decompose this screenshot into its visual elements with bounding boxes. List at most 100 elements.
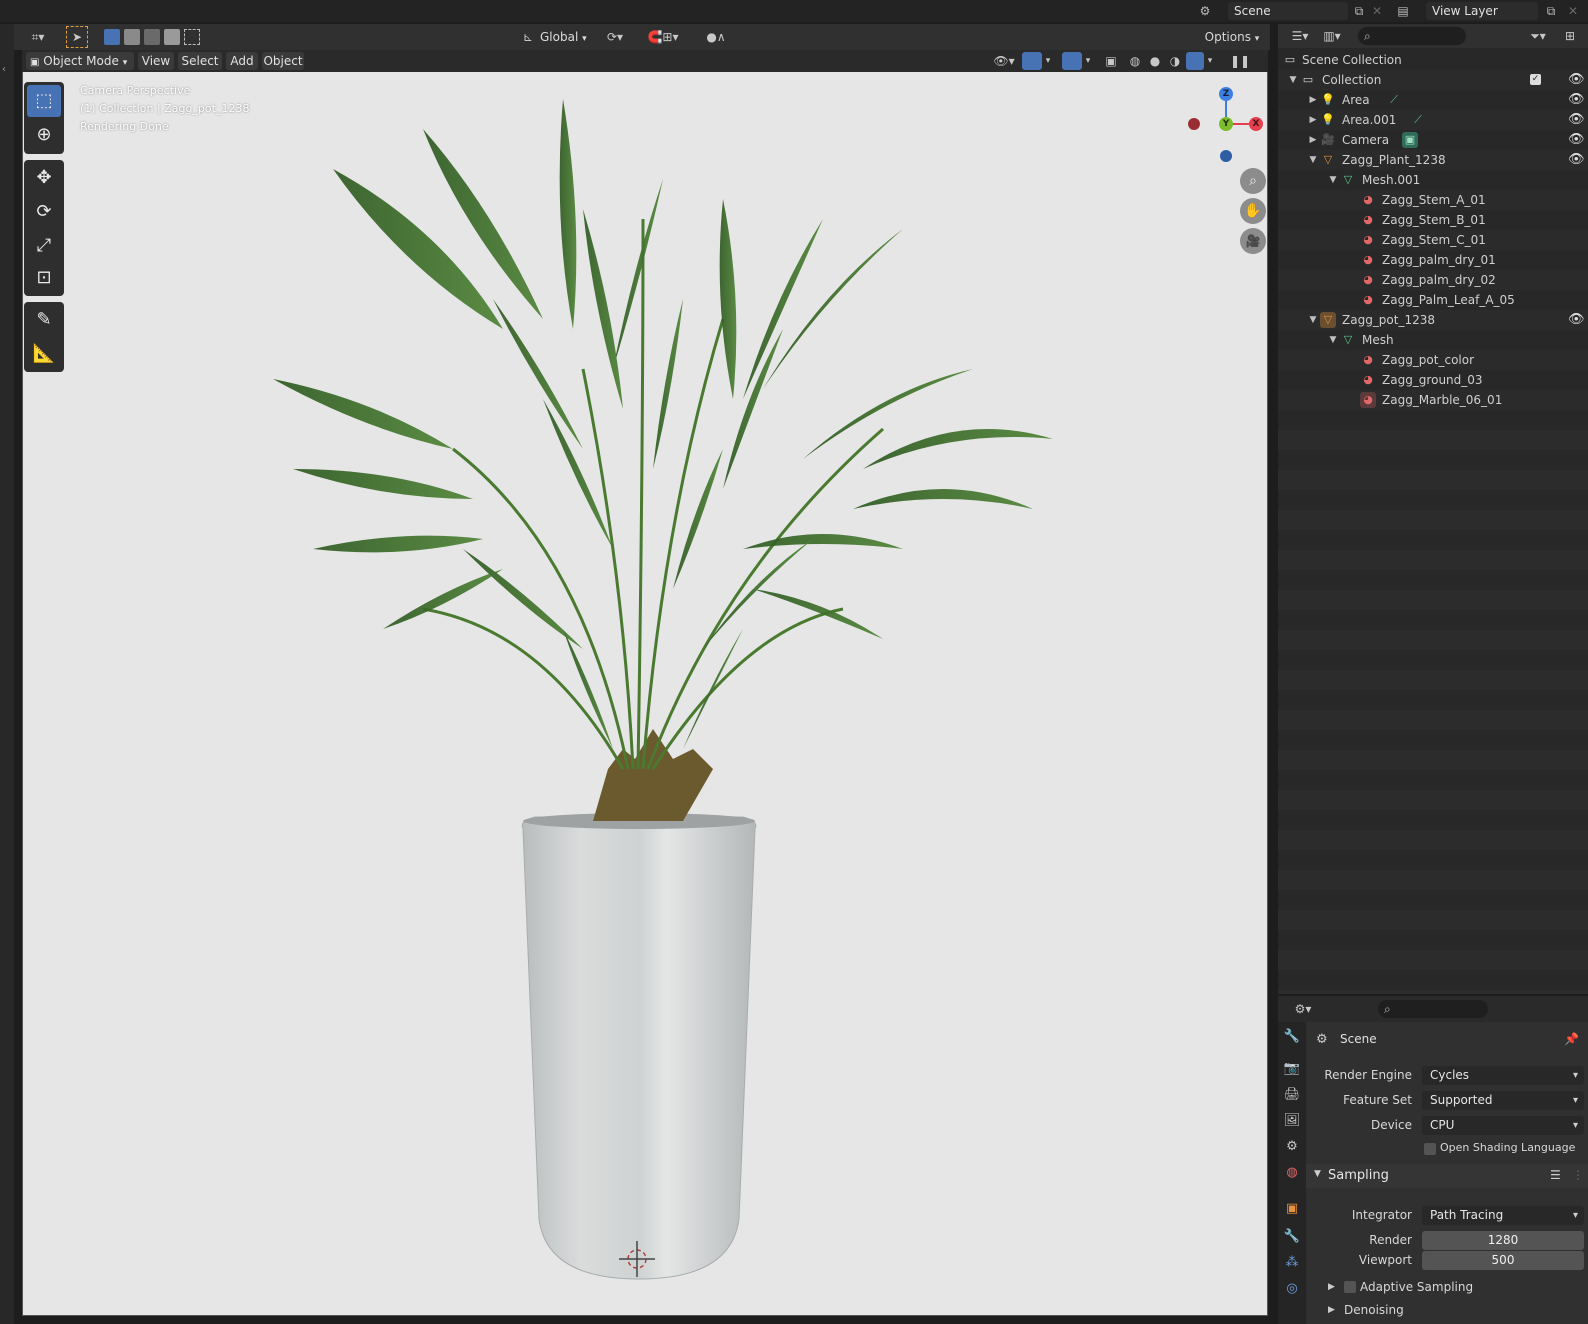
tree-row-material[interactable]: ◕ Zagg_Marble_06_01 [1278,390,1588,410]
mode-subtract-icon[interactable] [144,29,160,45]
editor-type-icon[interactable]: ⌗▾ [22,27,54,47]
output-tab-icon[interactable]: 🖨 [1282,1084,1302,1106]
tree-row-material[interactable]: ◕ Zagg_Stem_A_01 [1278,190,1588,210]
pan-hand-icon[interactable]: ✋ [1240,198,1266,224]
expand-arrow-icon[interactable]: ▼ [1308,150,1318,170]
snap-icon[interactable]: 🧲⊞▾ [638,27,688,47]
new-view-layer-icon[interactable]: ⧉ [1542,3,1560,19]
eye-icon[interactable]: 👁 [1568,90,1585,110]
visibility-icon[interactable]: 👁▾ [990,51,1018,69]
xray-icon[interactable]: ▣ [1102,51,1120,69]
tree-row-material[interactable]: ◕ Zagg_Stem_B_01 [1278,210,1588,230]
tree-row-area-001[interactable]: ▶ 💡 Area.001 ⟋ 👁 [1278,110,1588,130]
tree-row-scene-collection[interactable]: ▭ Scene Collection [1278,50,1588,70]
select-menu[interactable]: Select [178,52,222,70]
proportional-editing-icon[interactable]: ●∧ [694,27,738,47]
material-shading-icon[interactable]: ◑ [1166,51,1184,69]
tree-row-mesh[interactable]: ▼ ▽ Mesh [1278,330,1588,350]
axis-x-icon[interactable]: X [1249,117,1263,131]
tree-row-material[interactable]: ◕ Zagg_pot_color [1278,350,1588,370]
render-samples-field[interactable]: 1280 [1422,1231,1584,1250]
mode-intersect-icon[interactable] [184,29,200,45]
annotate-tool-icon[interactable]: ✎ [27,304,61,336]
gizmo-toggle-icon[interactable] [1022,52,1042,70]
render-engine-dropdown[interactable]: Cycles ▾ [1422,1066,1584,1085]
display-mode-icon[interactable]: ▥▾ [1318,26,1346,46]
camera-view-icon[interactable]: 🎥 [1240,228,1266,254]
eye-icon[interactable]: 👁 [1568,310,1585,330]
adaptive-sampling-subpanel[interactable]: ▶ Adaptive Sampling [1306,1276,1588,1298]
mode-new-icon[interactable] [104,29,120,45]
scene-tab-icon[interactable]: ⚙ [1282,1136,1302,1158]
tree-row-zagg-pot[interactable]: ▼ ▽ Zagg_pot_1238 👁 [1278,310,1588,330]
3d-viewport[interactable] [22,68,1268,1316]
expand-arrow-icon[interactable]: ▼ [1288,70,1298,90]
expand-arrow-icon[interactable]: ▼ [1328,170,1338,190]
view-layer-tab-icon[interactable]: 🖼 [1282,1110,1302,1132]
tree-row-material[interactable]: ◕ Zagg_palm_dry_02 [1278,270,1588,290]
tool-tab-icon[interactable]: 🔧 [1282,1026,1302,1048]
tree-row-collection[interactable]: ▼ ▭ Collection ✓ 👁 [1278,70,1588,90]
chevron-down-icon[interactable]: ▾ [1082,51,1094,69]
scale-tool-icon[interactable]: ⤢ [27,230,61,262]
transform-orientation-dropdown[interactable]: Global ▾ [540,27,596,47]
tree-row-material[interactable]: ◕ Zagg_palm_dry_01 [1278,250,1588,270]
chevron-down-icon[interactable]: ▾ [1204,51,1216,69]
tree-row-camera[interactable]: ▶ 🎥 Camera ▣ 👁 [1278,130,1588,150]
world-tab-icon[interactable]: ◍ [1282,1162,1302,1184]
rendered-shading-icon[interactable] [1186,52,1204,70]
pin-icon[interactable]: 📌 [1564,1032,1579,1046]
delete-scene-icon[interactable]: ✕ [1368,3,1386,19]
pivot-point-icon[interactable]: ⟳▾ [600,27,630,47]
pause-icon[interactable]: ❚❚ [1230,51,1250,69]
expand-arrow-icon[interactable]: ▼ [1328,330,1338,350]
render-tab-icon[interactable]: 📷 [1282,1058,1302,1080]
view-menu[interactable]: View [138,52,174,70]
physics-tab-icon[interactable]: ◎ [1282,1278,1302,1300]
integrator-dropdown[interactable]: Path Tracing ▾ [1422,1206,1584,1225]
new-scene-icon[interactable]: ⧉ [1350,3,1368,19]
select-tool-icon[interactable]: ➤ [66,26,88,48]
modifier-tab-icon[interactable]: 🔧 [1282,1226,1302,1248]
scene-selector-icon[interactable]: ⚙ [1196,3,1214,19]
chevron-down-icon[interactable]: ▾ [1042,51,1054,69]
drag-handle-icon[interactable]: ⋮⋮ [1572,1168,1588,1182]
select-box-tool-icon[interactable]: ⬚ [27,85,61,117]
outliner-editor-type-icon[interactable]: ☰▾ [1286,26,1314,46]
axis-y-icon[interactable]: Y [1219,117,1233,131]
presets-list-icon[interactable]: ☰ [1550,1168,1561,1182]
filter-icon[interactable]: ⏷▾ [1524,26,1552,46]
view-layer-icon[interactable]: ▤ [1394,3,1412,19]
measure-tool-icon[interactable]: 📐 [27,338,61,370]
feature-set-dropdown[interactable]: Supported ▾ [1422,1091,1584,1110]
tree-row-area[interactable]: ▶ 💡 Area ⟋ 👁 [1278,90,1588,110]
eye-icon[interactable]: 👁 [1568,130,1585,150]
tree-row-material[interactable]: ◕ Zagg_Stem_C_01 [1278,230,1588,250]
zoom-icon[interactable]: ⌕ [1240,168,1266,194]
device-dropdown[interactable]: CPU ▾ [1422,1116,1584,1135]
options-dropdown[interactable]: Options ▾ [1200,27,1264,47]
expand-arrow-icon[interactable]: ▶ [1308,90,1318,110]
tree-row-mesh-001[interactable]: ▼ ▽ Mesh.001 [1278,170,1588,190]
scene-field[interactable]: Scene [1228,2,1348,20]
wireframe-shading-icon[interactable]: ◍ [1126,51,1144,69]
view-layer-field[interactable]: View Layer [1426,2,1538,20]
solid-shading-icon[interactable]: ● [1146,51,1164,69]
cursor-tool-icon[interactable]: ⊕ [27,119,61,151]
collapse-arrow-icon[interactable]: ‹ [2,64,12,75]
mode-extend-icon[interactable] [124,29,140,45]
move-tool-icon[interactable]: ✥ [27,162,61,194]
mode-invert-icon[interactable] [164,29,180,45]
tree-row-zagg-plant[interactable]: ▼ ▽ Zagg_Plant_1238 👁 [1278,150,1588,170]
denoising-subpanel[interactable]: ▶ Denoising [1306,1300,1588,1322]
tree-row-material[interactable]: ◕ Zagg_Palm_Leaf_A_05 [1278,290,1588,310]
outliner-search-input[interactable]: ⌕ [1358,27,1466,45]
eye-icon[interactable]: 👁 [1568,150,1585,170]
add-menu[interactable]: Add [226,52,258,70]
viewport-samples-field[interactable]: 500 [1422,1251,1584,1270]
properties-search-input[interactable]: ⌕ [1378,1000,1488,1018]
checkbox-icon[interactable]: ✓ [1530,74,1541,85]
object-tab-icon[interactable]: ▣ [1282,1198,1302,1220]
new-collection-icon[interactable]: ⊞ [1560,26,1580,46]
object-mode-dropdown[interactable]: ▣ Object Mode ▾ [26,52,134,70]
